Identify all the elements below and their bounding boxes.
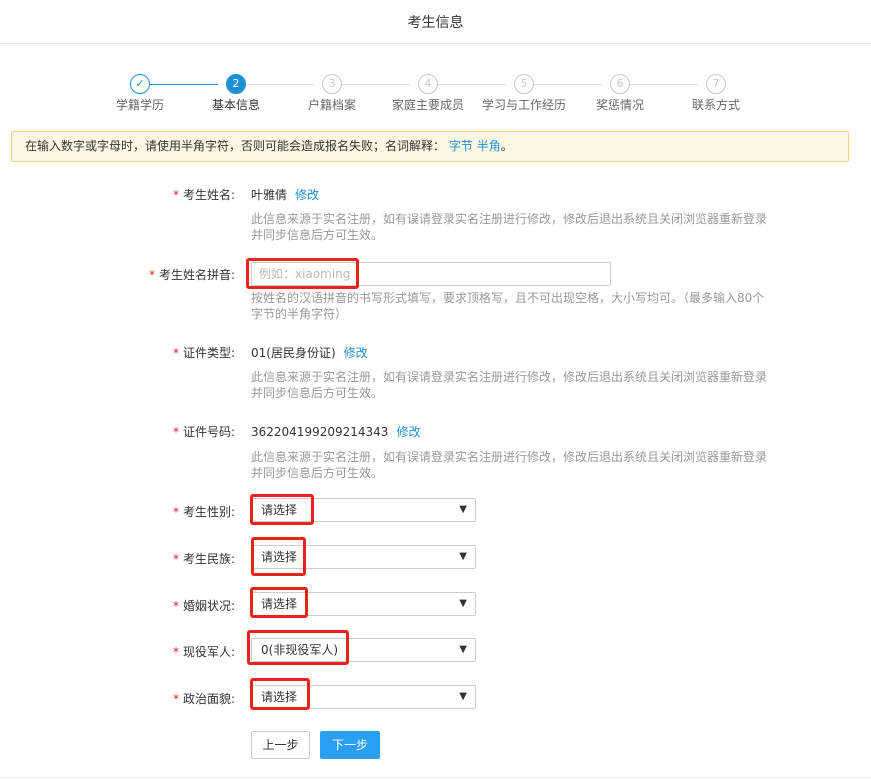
step-jiating-chengyuan[interactable]: 4 家庭主要成员 (380, 74, 476, 113)
military-label: * 现役军人: (172, 645, 235, 659)
notice-text: 在输入数字或字母时，请使用半角字符，否则可能会造成报名失败；名词解释： (25, 139, 446, 153)
caret-down-icon: ▼ (459, 504, 467, 515)
required-mark: * (172, 505, 179, 519)
page-title: 考生信息 (407, 14, 464, 31)
caret-down-icon: ▼ (459, 551, 467, 562)
gender-label: * 考生性别: (172, 505, 235, 519)
id-number-label: * 证件号码: (172, 425, 235, 439)
step-label: 基本信息 (211, 98, 260, 112)
halfwidth-notice: 在输入数字或字母时，请使用半角字符，否则可能会造成报名失败；名词解释： 字节 半… (11, 131, 849, 162)
id-number-hint: 此信息来源于实名注册，如有误请登录实名注册进行修改，修改后退出系统且关闭浏览器重… (251, 450, 768, 480)
political-select[interactable]: 请选择 ▼ (251, 685, 476, 709)
step-lianxi-fangshi[interactable]: 7 联系方式 (668, 74, 764, 113)
pinyin-input[interactable] (251, 262, 611, 286)
step-label: 联系方式 (691, 98, 740, 112)
check-icon: ✓ (130, 74, 150, 94)
step-xuexi-gongzuo[interactable]: 5 学习与工作经历 (476, 74, 572, 113)
required-mark: * (172, 346, 179, 360)
step-jiangcheng[interactable]: 6 奖惩情况 (572, 74, 668, 113)
required-mark: * (172, 188, 179, 202)
ethnicity-select[interactable]: 请选择 ▼ (251, 545, 476, 569)
ethnicity-label: * 考生民族: (172, 552, 235, 566)
notice-end: 。 (500, 139, 513, 153)
notice-link-halfwidth[interactable]: 半角 (477, 139, 501, 153)
id-number-value: 362204199209214343 修改 (251, 425, 421, 439)
required-mark: * (172, 552, 179, 566)
required-mark: * (148, 268, 155, 282)
name-value: 叶雅倩 修改 (251, 188, 320, 202)
step-number: 3 (322, 74, 342, 94)
id-type-label: * 证件类型: (172, 346, 235, 360)
id-type-value: 01(居民身份证) 修改 (251, 346, 368, 360)
required-mark: * (172, 425, 179, 439)
next-step-button[interactable]: 下一步 (320, 731, 380, 759)
step-number: 4 (418, 74, 438, 94)
step-label: 家庭主要成员 (391, 98, 464, 112)
step-number: 7 (706, 74, 726, 94)
caret-down-icon: ▼ (459, 644, 467, 655)
pinyin-hint: 按姓名的汉语拼音的书写形式填写，要求顶格写，且不可出现空格，大小写均可。（最多输… (251, 291, 765, 321)
progress-stepper: ✓ 学籍学历 2 基本信息 3 户籍档案 4 家庭主要成员 5 学习与工作经历 … (92, 74, 776, 118)
step-label: 学籍学历 (115, 98, 164, 112)
page-header: 考生信息 (0, 0, 871, 44)
step-label: 学习与工作经历 (481, 98, 566, 112)
step-number: 2 (226, 74, 246, 94)
marital-label: * 婚姻状况: (172, 599, 235, 613)
step-huji-dangan[interactable]: 3 户籍档案 (284, 74, 380, 113)
marital-select[interactable]: 请选择 ▼ (251, 592, 476, 616)
political-label: * 政治面貌: (172, 692, 235, 706)
caret-down-icon: ▼ (459, 691, 467, 702)
name-hint: 此信息来源于实名注册，如有误请登录实名注册进行修改，修改后退出系统且关闭浏览器重… (251, 212, 768, 242)
name-label: * 考生姓名: (172, 188, 235, 202)
id-type-edit-link[interactable]: 修改 (344, 346, 368, 360)
required-mark: * (172, 599, 179, 613)
step-label: 户籍档案 (307, 98, 356, 112)
step-number: 5 (514, 74, 534, 94)
footer-divider (0, 777, 871, 778)
name-edit-link[interactable]: 修改 (295, 188, 319, 202)
id-number-edit-link[interactable]: 修改 (396, 425, 420, 439)
step-jiben-xinxi[interactable]: 2 基本信息 (188, 74, 284, 113)
step-number: 6 (610, 74, 630, 94)
military-select[interactable]: 0(非现役军人) ▼ (251, 638, 476, 662)
id-type-hint: 此信息来源于实名注册，如有误请登录实名注册进行修改，修改后退出系统且关闭浏览器重… (251, 370, 768, 400)
notice-link-byte[interactable]: 字节 (449, 139, 473, 153)
required-mark: * (172, 645, 179, 659)
gender-select[interactable]: 请选择 ▼ (251, 498, 476, 522)
prev-step-button[interactable]: 上一步 (251, 731, 310, 759)
caret-down-icon: ▼ (459, 598, 467, 609)
pinyin-label: * 考生姓名拼音: (148, 268, 235, 282)
step-label: 奖惩情况 (595, 98, 644, 112)
required-mark: * (172, 692, 179, 706)
step-xueji-xueli[interactable]: ✓ 学籍学历 (92, 74, 188, 113)
